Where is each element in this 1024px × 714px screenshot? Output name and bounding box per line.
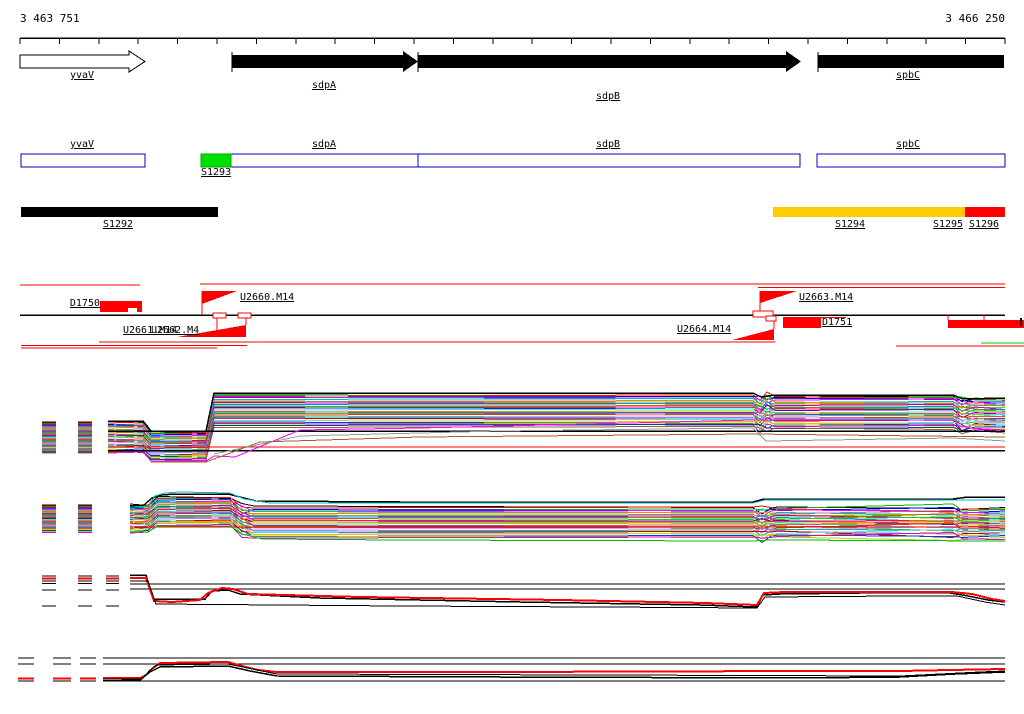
- expression-track-1: [42, 391, 1006, 463]
- segment-bar-S1295-S1296: [965, 207, 1005, 217]
- segment-label-S1294[interactable]: S1294: [835, 220, 865, 230]
- gene-arrow-spbC: [817, 52, 1004, 72]
- browser-graphics: [18, 37, 1024, 682]
- probe-label-D1751[interactable]: D1751: [821, 318, 854, 328]
- gene-box-sdpA: [230, 153, 419, 168]
- expression-track-2: [42, 491, 1006, 544]
- segment-label-S1296[interactable]: S1296: [969, 220, 999, 230]
- gene-arrow-track: [19, 50, 1004, 73]
- segment-label-S1293[interactable]: S1293: [201, 168, 231, 178]
- segment-track: [21, 207, 1005, 217]
- gene-box-label-yvaV[interactable]: yvaV: [70, 140, 94, 150]
- gene-box-sdpB: [417, 153, 801, 168]
- ruler: [19, 37, 1006, 44]
- expression-track-4: [18, 657, 1006, 682]
- gene-box-label-spbC[interactable]: spbC: [896, 140, 920, 150]
- probe-label-U2664[interactable]: U2664.M14: [677, 325, 731, 335]
- gene-box-spbC: [816, 153, 1006, 168]
- segment-label-S1295[interactable]: S1295: [933, 220, 963, 230]
- gene-arrow-label-spbC[interactable]: spbC: [896, 71, 920, 81]
- probe-label-D1750[interactable]: D1750: [70, 299, 100, 309]
- gene-arrow-label-sdpB[interactable]: sdpB: [596, 92, 620, 102]
- segment-bar-S1292: [21, 207, 218, 217]
- probe-label-U2662[interactable]: U2662.M4: [151, 326, 199, 336]
- expression-track-3: [42, 574, 1006, 609]
- gene-arrow-sdpA: [231, 51, 418, 72]
- probe-track: [20, 283, 1024, 349]
- gene-box-label-sdpB[interactable]: sdpB: [596, 140, 620, 150]
- probe-label-U2663[interactable]: U2663.M14: [799, 293, 853, 303]
- gene-arrow-sdpB: [417, 51, 801, 72]
- gene-box-track: [20, 153, 1006, 168]
- segment-label-S1292[interactable]: S1292: [103, 220, 133, 230]
- segment-box-S1293: [200, 153, 232, 168]
- segment-bar-S1294: [773, 207, 965, 217]
- probe-label-U2660[interactable]: U2660.M14: [240, 293, 294, 303]
- genome-browser-canvas: 3 463 751 3 466 250 yvaV sdpA sdpB spbC yvaV…: [0, 0, 1024, 714]
- gene-arrow-yvaV: [19, 50, 146, 73]
- gene-arrow-label-yvaV[interactable]: yvaV: [70, 71, 94, 81]
- gene-box-yvaV: [20, 153, 146, 168]
- region-end-coordinate: 3 466 250: [945, 12, 1005, 25]
- gene-arrow-label-sdpA[interactable]: sdpA: [312, 81, 336, 91]
- gene-box-label-sdpA[interactable]: sdpA: [312, 140, 336, 150]
- region-start-coordinate: 3 463 751: [20, 12, 80, 25]
